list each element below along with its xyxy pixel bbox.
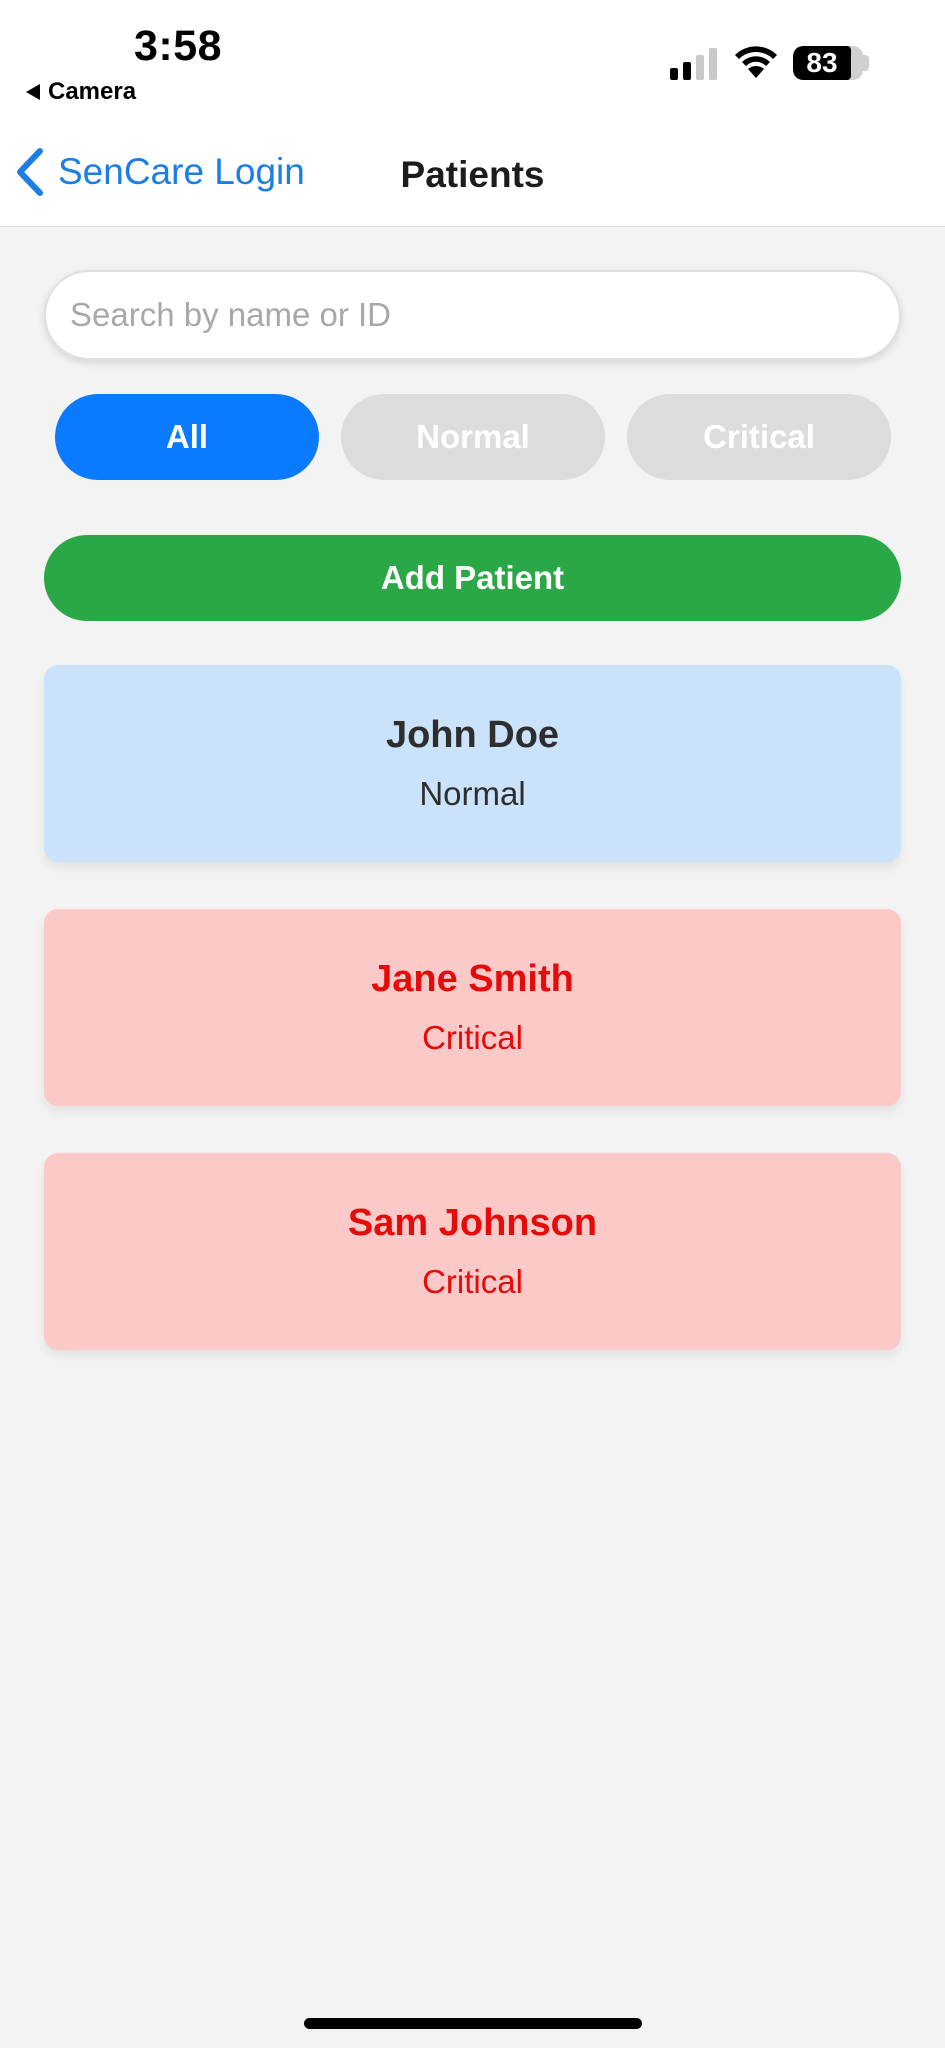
wifi-icon — [735, 46, 777, 78]
battery-percent: 83 — [806, 47, 838, 78]
patient-status: Normal — [419, 775, 526, 812]
screen: 3:58 Camera 83 SenCare Login Patients Se… — [0, 0, 945, 2048]
back-to-camera-link[interactable]: Camera — [26, 78, 136, 106]
patient-card[interactable]: John Doe Normal — [44, 665, 901, 862]
patient-name: Sam Johnson — [347, 1202, 598, 1244]
signal-bar — [709, 48, 717, 80]
patient-card[interactable]: Sam Johnson Critical — [44, 1153, 901, 1350]
signal-bar — [683, 62, 691, 80]
filter-critical-button[interactable]: Critical — [627, 394, 891, 480]
back-triangle-icon — [26, 84, 40, 100]
filter-segment: All Normal Critical — [55, 394, 891, 480]
add-patient-button[interactable]: Add Patient — [44, 535, 901, 621]
search-field[interactable] — [44, 270, 901, 360]
patient-name: John Doe — [385, 714, 560, 756]
filter-normal-button[interactable]: Normal — [341, 394, 605, 480]
patient-name: Jane Smith — [371, 958, 574, 1000]
back-app-label: Camera — [48, 78, 137, 105]
status-bar: 3:58 Camera 83 — [0, 0, 945, 122]
filter-all-button[interactable]: All — [55, 394, 319, 480]
patient-status: Critical — [422, 1263, 523, 1300]
search-input[interactable] — [46, 272, 899, 358]
signal-bar — [696, 55, 704, 80]
navigation-bar: SenCare Login Patients — [0, 122, 945, 227]
battery-icon: 83 — [793, 46, 863, 80]
status-time: 3:58 — [134, 22, 223, 70]
cellular-signal-icon — [670, 48, 717, 80]
battery-nub — [863, 55, 869, 71]
patient-card[interactable]: Jane Smith Critical — [44, 909, 901, 1106]
signal-bar — [670, 68, 678, 80]
page-title: Patients — [400, 154, 545, 195]
home-indicator[interactable] — [304, 2018, 642, 2029]
patient-status: Critical — [422, 1019, 523, 1056]
